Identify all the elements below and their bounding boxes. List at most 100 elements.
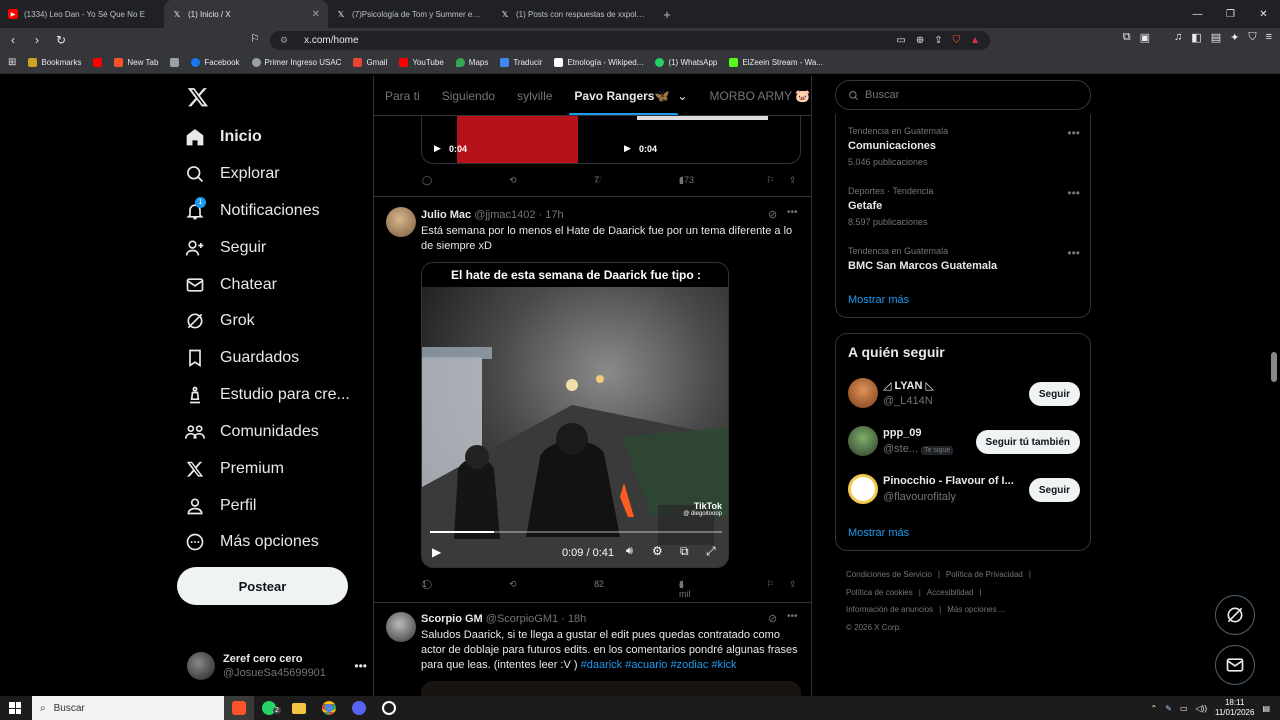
windows-start-icon[interactable]	[9, 702, 21, 714]
fullscreen-icon[interactable]: ⤢	[706, 544, 716, 559]
tab-siguiendo[interactable]: Siguiendo	[431, 76, 506, 115]
bookmark-item[interactable]: (1) WhatsApp	[655, 58, 717, 67]
wallet-icon[interactable]: ▣	[1140, 31, 1150, 44]
video-player[interactable]: El hate de esta semana de Daarick fue ti…	[421, 262, 729, 568]
restore-icon[interactable]: ❐	[1214, 9, 1247, 20]
follow-suggestion[interactable]: ppp_09 @ste... Te sigue Seguir tú tambié…	[848, 426, 1080, 466]
new-tab-icon[interactable]: +	[656, 7, 678, 22]
tab-sylville[interactable]: sylville	[506, 76, 563, 115]
bookmark-item[interactable]: Primer Ingreso USAC	[251, 58, 341, 67]
music-icon[interactable]: ♫	[1174, 31, 1182, 44]
more-icon[interactable]: •••	[787, 207, 798, 218]
video-thumbnail[interactable]	[637, 116, 768, 120]
bookmark-item[interactable]: Bookmarks	[28, 58, 81, 67]
messages-fab[interactable]	[1215, 645, 1255, 685]
bookmark-item[interactable]: New Tab	[114, 58, 158, 67]
bookmark-item[interactable]: Traducir	[500, 58, 542, 67]
nav-grok[interactable]: Grok	[184, 306, 255, 336]
show-more-trends[interactable]: Mostrar más	[848, 294, 909, 306]
browser-tab-active[interactable]: 𝕏 (1) Inicio / X ✕	[164, 0, 328, 28]
nav-chatear[interactable]: Chatear	[184, 270, 277, 300]
bookmark-item[interactable]: Maps	[455, 58, 488, 67]
apps-icon[interactable]: ⊞	[8, 57, 16, 68]
show-more-follow[interactable]: Mostrar más	[848, 527, 909, 539]
nav-seguir[interactable]: Seguir	[184, 233, 266, 263]
nav-inicio[interactable]: Inicio	[184, 122, 262, 152]
volume-icon[interactable]: ◁))	[1196, 704, 1207, 713]
settings-icon[interactable]: ⚙	[652, 544, 663, 558]
nav-perfil[interactable]: Perfil	[184, 491, 256, 521]
nav-guardados[interactable]: Guardados	[184, 343, 299, 373]
extensions-icon[interactable]: ⧉	[1123, 31, 1131, 44]
brave-shields-icon[interactable]: ⛉	[953, 35, 961, 46]
author-handle[interactable]: @ScorpioGM1	[486, 613, 558, 625]
follow-back-button[interactable]: Seguir tú también	[975, 430, 1080, 454]
author-handle[interactable]: @jjmac1402	[474, 209, 535, 221]
trend-item[interactable]: Tendencia en Guatemala Comunicaciones 5.…	[848, 126, 1080, 167]
follow-suggestion[interactable]: Pinocchio - Flavour of I... @flavourofit…	[848, 474, 1080, 514]
taskbar-app-whatsapp[interactable]: 2	[254, 696, 284, 720]
taskbar-app-explorer[interactable]	[284, 696, 314, 720]
leo-icon[interactable]: ✦	[1230, 31, 1239, 44]
follow-suggestion[interactable]: ◿ LYAN ◺ @_L414N Seguir	[848, 378, 1080, 418]
more-icon[interactable]: •••	[354, 659, 367, 673]
grok-fab[interactable]	[1215, 595, 1255, 635]
taskbar-app-discord[interactable]	[344, 696, 374, 720]
bookmark-item[interactable]: YouTube	[399, 58, 444, 67]
close-tab-icon[interactable]: ✕	[312, 9, 320, 20]
chevron-up-icon[interactable]: ⌃	[1151, 704, 1158, 713]
share-icon[interactable]: ⇪	[934, 35, 942, 46]
tweet-time[interactable]: · 18h	[561, 613, 586, 625]
browser-tab[interactable]: 𝕏 (7)Psicología de Tom y Summer en "5	[328, 0, 492, 28]
author-name[interactable]: Julio Mac	[421, 209, 471, 221]
taskbar-app-brave[interactable]	[224, 696, 254, 720]
search-input[interactable]: Buscar	[835, 80, 1091, 110]
avatar[interactable]	[386, 612, 416, 642]
more-icon[interactable]: •••	[1067, 186, 1080, 200]
taskbar-search[interactable]: ⌕ Buscar	[32, 696, 224, 720]
bookmark-item[interactable]: ElZeein Stream - Wa...	[729, 58, 823, 67]
post-button[interactable]: Postear	[177, 567, 348, 605]
chevron-down-icon[interactable]: ⌄	[677, 89, 687, 103]
grok-icon[interactable]: ⊘	[768, 612, 777, 625]
avatar[interactable]	[386, 207, 416, 237]
follow-button[interactable]: Seguir	[1028, 382, 1080, 406]
bookmark-item[interactable]	[93, 58, 103, 67]
site-info-icon[interactable]: ⚙	[280, 35, 288, 46]
bookmark-item[interactable]	[170, 58, 180, 67]
scrollbar-thumb[interactable]	[1271, 352, 1277, 382]
nav-explorar[interactable]: Explorar	[184, 159, 280, 189]
tabs-icon[interactable]: ▤	[1211, 31, 1221, 44]
back-icon[interactable]: ‹	[6, 33, 20, 47]
notifications-icon[interactable]: ▤	[1262, 704, 1270, 713]
video-progress-track[interactable]	[430, 531, 722, 533]
author-name[interactable]: Scorpio GM	[421, 613, 483, 625]
forward-icon[interactable]: ›	[30, 33, 44, 47]
zoom-icon[interactable]: ⊕	[916, 35, 924, 46]
trend-item[interactable]: Deportes · Tendencia Getafe 8.597 public…	[848, 186, 1080, 227]
tweet-time[interactable]: · 17h	[539, 209, 564, 221]
brave-rewards-icon[interactable]: ▲	[970, 35, 980, 46]
bookmark-item[interactable]: Facebook	[191, 58, 240, 67]
prev-tweet-media[interactable]: ▶ 0:04 ▶ 0:04	[421, 116, 801, 164]
close-window-icon[interactable]: ✕	[1247, 9, 1280, 20]
browser-tab[interactable]: 𝕏 (1) Posts con respuestas de xxpolar (	[492, 0, 656, 28]
nav-estudio[interactable]: Estudio para cre...	[184, 380, 350, 410]
hashtags[interactable]: #daarick #acuario #zodiac #kick	[581, 659, 737, 671]
nav-comunidades[interactable]: Comunidades	[184, 417, 319, 447]
pip-icon[interactable]: ⧉	[680, 544, 689, 559]
install-icon[interactable]: ▭	[896, 35, 905, 46]
sidebar-icon[interactable]: ◧	[1191, 31, 1201, 44]
reload-icon[interactable]: ↻	[54, 33, 68, 47]
network-icon[interactable]: ▭	[1180, 704, 1188, 713]
more-icon[interactable]: •••	[1067, 126, 1080, 140]
tab-pavo-rangers[interactable]: Pavo Rangers🦋 ⌄	[563, 76, 698, 115]
nav-mas-opciones[interactable]: Más opciones	[184, 527, 319, 557]
browser-tab[interactable]: ▶ (1334) Leo Dan - Yo Sé Que No E	[0, 0, 164, 28]
tab-para-ti[interactable]: Para ti	[374, 76, 431, 115]
address-bar[interactable]: ⚙ x.com/home ▭ ⊕ ⇪ ⛉ ▲	[270, 31, 990, 50]
bookmark-page-icon[interactable]: ⚐	[250, 32, 260, 45]
minimize-icon[interactable]: —	[1181, 9, 1214, 20]
taskbar-app-chrome[interactable]	[314, 696, 344, 720]
bookmark-item[interactable]: Etnología - Wikiped...	[554, 58, 643, 67]
